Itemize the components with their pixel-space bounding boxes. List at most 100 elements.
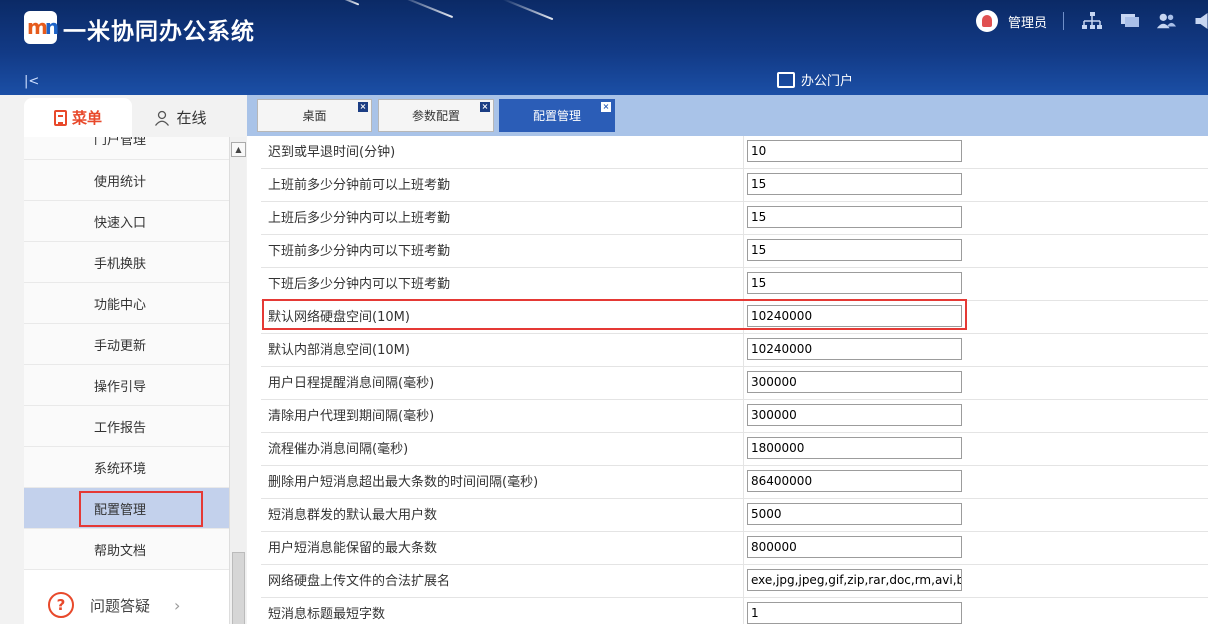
tab-desktop[interactable]: 桌面 × — [257, 99, 372, 132]
column-divider — [743, 433, 744, 466]
tab-online-label: 在线 — [176, 109, 207, 127]
config-label: 删除用户短消息超出最大条数的时间间隔(毫秒) — [268, 475, 539, 490]
column-divider — [743, 202, 744, 235]
app-header: mn 一米协同办公系统 |< 管理员 办公门户 — [0, 0, 1208, 95]
close-icon[interactable]: × — [601, 102, 611, 112]
table-row: 用户日程提醒消息间隔(毫秒) — [261, 367, 1208, 400]
column-divider — [743, 499, 744, 532]
question-icon: ? — [48, 592, 74, 618]
help-qa-link[interactable]: ? 问题答疑 › — [24, 586, 229, 624]
config-label: 默认内部消息空间(10M) — [268, 343, 410, 358]
user-name: 管理员 — [1008, 15, 1048, 31]
config-value-input[interactable] — [747, 239, 962, 261]
close-icon[interactable]: × — [480, 102, 490, 112]
menu-item-manual-update[interactable]: 手动更新 — [24, 324, 229, 365]
table-row: 删除用户短消息超出最大条数的时间间隔(毫秒) — [261, 466, 1208, 499]
column-divider — [743, 598, 744, 624]
menu-item-portal-management[interactable]: 门户管理 — [24, 137, 229, 160]
menu-item-guide[interactable]: 操作引导 — [24, 365, 229, 406]
column-divider — [743, 334, 744, 367]
config-label: 清除用户代理到期间隔(毫秒) — [268, 409, 435, 424]
config-table: 迟到或早退时间(分钟) 上班前多少分钟前可以上班考勤上班后多少分钟内可以上班考勤下… — [247, 136, 1208, 624]
menu-item-feature-center[interactable]: 功能中心 — [24, 283, 229, 324]
column-divider — [743, 268, 744, 301]
column-divider — [743, 169, 744, 202]
config-value-input[interactable] — [747, 206, 962, 228]
scroll-up-icon[interactable]: ▲ — [231, 142, 246, 157]
app-title: 一米协同办公系统 — [63, 19, 255, 45]
config-label: 下班前多少分钟内可以下班考勤 — [268, 244, 451, 259]
config-value-input[interactable] — [747, 470, 962, 492]
column-divider — [743, 565, 744, 598]
config-value-input[interactable] — [747, 503, 962, 525]
speaker-icon[interactable] — [1193, 12, 1208, 30]
tab-menu[interactable]: 菜单 — [24, 98, 132, 137]
column-divider — [743, 532, 744, 565]
table-row: 网络硬盘上传文件的合法扩展名 — [261, 565, 1208, 598]
table-row: 上班后多少分钟内可以上班考勤 — [261, 202, 1208, 235]
user-menu[interactable]: 管理员 — [976, 10, 1065, 32]
tab-menu-label: 菜单 — [71, 109, 102, 127]
config-value-input[interactable] — [747, 272, 962, 294]
highlight-box — [79, 491, 203, 527]
content-tab-bar: 桌面 × 参数配置 × 配置管理 × — [247, 95, 1208, 136]
table-row: 下班后多少分钟内可以下班考勤 — [261, 268, 1208, 301]
table-row: 下班前多少分钟内可以下班考勤 — [261, 235, 1208, 268]
app-logo: mn — [24, 11, 59, 44]
office-portal-link[interactable]: 办公门户 — [777, 70, 853, 89]
config-value-input[interactable] — [747, 140, 962, 162]
config-value-input[interactable] — [747, 173, 962, 195]
close-icon[interactable]: × — [358, 102, 368, 112]
table-row: 用户短消息能保留的最大条数 — [261, 532, 1208, 565]
left-tabs: 菜单 在线 — [24, 95, 229, 137]
menu-item-usage-stats[interactable]: 使用统计 — [24, 160, 229, 201]
scrollbar-thumb[interactable] — [232, 552, 245, 624]
config-value-input[interactable] — [747, 602, 962, 624]
menu-item-mobile-skin[interactable]: 手机换肤 — [24, 242, 229, 283]
config-label: 上班前多少分钟前可以上班考勤 — [268, 178, 451, 193]
column-divider — [743, 367, 744, 400]
config-value-input[interactable] — [747, 404, 962, 426]
column-divider — [743, 466, 744, 499]
left-panel: 菜单 在线 门户管理 使用统计 快速入口 手机换肤 功能中心 手动更新 操作引导… — [0, 95, 247, 624]
menu-scrollbar[interactable]: ▲ — [229, 137, 246, 624]
monitor-icon — [777, 71, 795, 88]
config-value-input[interactable] — [747, 569, 962, 591]
config-label: 迟到或早退时间(分钟) — [268, 145, 396, 160]
config-label: 短消息群发的默认最大用户数 — [268, 508, 438, 523]
chevron-right-icon: › — [174, 595, 181, 615]
menu-item-help-docs[interactable]: 帮助文档 — [24, 529, 229, 570]
org-chart-icon[interactable] — [1082, 12, 1102, 30]
config-value-input[interactable] — [747, 338, 962, 360]
tab-config-management[interactable]: 配置管理 × — [499, 99, 615, 132]
config-label: 上班后多少分钟内可以上班考勤 — [268, 211, 451, 226]
menu-item-config-management[interactable]: 配置管理 — [24, 488, 229, 529]
table-row: 清除用户代理到期间隔(毫秒) — [261, 400, 1208, 433]
menu-item-work-report[interactable]: 工作报告 — [24, 406, 229, 447]
config-value-input[interactable] — [747, 536, 962, 558]
divider — [1063, 12, 1065, 30]
column-divider — [743, 235, 744, 268]
person-icon — [155, 110, 170, 126]
tab-online[interactable]: 在线 — [132, 98, 229, 137]
config-label: 用户日程提醒消息间隔(毫秒) — [268, 376, 435, 391]
config-label: 下班后多少分钟内可以下班考勤 — [268, 277, 451, 292]
highlight-box — [262, 299, 967, 330]
config-value-input[interactable] — [747, 371, 962, 393]
user-avatar-icon — [976, 10, 998, 32]
chat-icon[interactable] — [1120, 12, 1140, 30]
config-label: 短消息标题最短字数 — [268, 607, 386, 622]
config-value-input[interactable] — [747, 437, 962, 459]
table-row: 短消息群发的默认最大用户数 — [261, 499, 1208, 532]
config-label: 用户短消息能保留的最大条数 — [268, 541, 438, 556]
menu-item-quick-entry[interactable]: 快速入口 — [24, 201, 229, 242]
table-row: 默认内部消息空间(10M) — [261, 334, 1208, 367]
table-row: 流程催办消息间隔(毫秒) — [261, 433, 1208, 466]
tab-param-config[interactable]: 参数配置 × — [378, 99, 494, 132]
config-label: 网络硬盘上传文件的合法扩展名 — [268, 574, 451, 589]
table-row: 迟到或早退时间(分钟) — [261, 136, 1208, 169]
users-icon[interactable] — [1156, 12, 1176, 30]
menu-item-system-env[interactable]: 系统环境 — [24, 447, 229, 488]
collapse-sidebar-icon[interactable]: |< — [24, 74, 39, 89]
column-divider — [743, 400, 744, 433]
